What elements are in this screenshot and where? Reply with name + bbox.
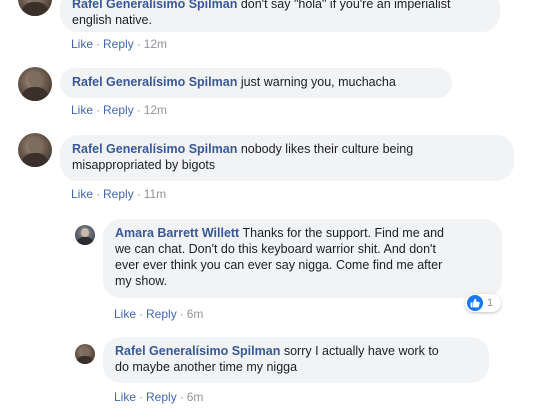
comment-actions: Like · Reply · 12m — [71, 103, 168, 117]
comment-text: just warning you, muchacha — [240, 75, 396, 89]
reply-link[interactable]: Reply — [146, 307, 177, 321]
timestamp[interactable]: 12m — [144, 37, 167, 51]
comment-text: don't say "hola" if you're an imperialis… — [240, 0, 451, 11]
reply-actions: Like · Reply · 6m — [114, 390, 204, 404]
avatar[interactable] — [18, 67, 52, 101]
reply-link[interactable]: Reply — [103, 103, 134, 117]
reply-text: Thanks for the support. Find me and — [242, 226, 444, 240]
reaction-badge[interactable]: 1 — [465, 294, 501, 312]
reply-link[interactable]: Reply — [103, 187, 134, 201]
comment-author[interactable]: Rafel Generalísimo Spilman — [72, 0, 237, 11]
comment-bubble: Rafel Generalísimo Spilman nobody likes … — [60, 135, 514, 181]
like-link[interactable]: Like — [71, 37, 93, 51]
reply-text: we can chat. Don't do this keyboard warr… — [115, 242, 436, 256]
reply-text: sorry I actually have work to — [283, 344, 439, 358]
like-link[interactable]: Like — [114, 390, 136, 404]
like-link[interactable]: Like — [71, 187, 93, 201]
like-link[interactable]: Like — [114, 307, 136, 321]
thumbs-up-icon — [467, 295, 483, 311]
reply-author[interactable]: Rafel Generalísimo Spilman — [115, 344, 280, 358]
like-link[interactable]: Like — [71, 103, 93, 117]
comment-text: english native. — [72, 13, 152, 27]
comment-author[interactable]: Rafel Generalísimo Spilman — [72, 142, 237, 156]
reply-actions: Like · Reply · 6m — [114, 307, 204, 321]
reply-bubble: Amara Barrett Willett Thanks for the sup… — [103, 219, 502, 298]
comment-text: misappropriated by bigots — [72, 158, 216, 172]
comment-actions: Like · Reply · 12m — [71, 37, 168, 51]
timestamp[interactable]: 6m — [187, 390, 204, 404]
avatar[interactable] — [18, 133, 52, 167]
reply-text: ever ever think you can ever say nigga. … — [115, 258, 443, 272]
reply-author[interactable]: Amara Barrett Willett — [115, 226, 239, 240]
timestamp[interactable]: 6m — [187, 307, 204, 321]
reply-text: do maybe another time my nigga — [115, 360, 298, 374]
reply-link[interactable]: Reply — [146, 390, 177, 404]
comment-actions: Like · Reply · 11m — [71, 187, 167, 201]
timestamp[interactable]: 11m — [144, 187, 166, 201]
avatar[interactable] — [75, 344, 95, 364]
comment-text: nobody likes their culture being — [240, 142, 414, 156]
reply-text: my show. — [115, 274, 168, 288]
comment-bubble: Rafel Generalísimo Spilman just warning … — [60, 68, 452, 98]
timestamp[interactable]: 12m — [144, 103, 167, 117]
comment-bubble: Rafel Generalísimo Spilman don't say "ho… — [60, 0, 500, 32]
comment-author[interactable]: Rafel Generalísimo Spilman — [72, 75, 237, 89]
avatar[interactable] — [18, 0, 52, 16]
avatar[interactable] — [75, 225, 95, 245]
reply-bubble: Rafel Generalísimo Spilman sorry I actua… — [103, 337, 489, 383]
reply-link[interactable]: Reply — [103, 37, 134, 51]
reaction-count: 1 — [487, 297, 494, 309]
